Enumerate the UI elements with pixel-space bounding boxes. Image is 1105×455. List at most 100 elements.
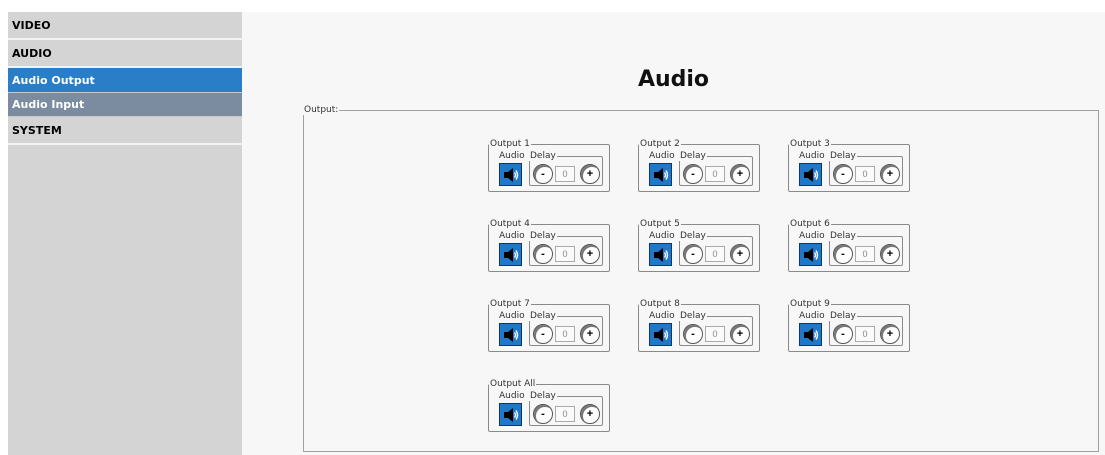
delay-control: Delay - 0 + — [529, 151, 603, 186]
delay-value-field[interactable]: 0 — [555, 166, 575, 182]
output-channel: Output All Audio Delay - 0 + — [488, 379, 610, 432]
output-channel: Output 4 Audio Delay - 0 + — [488, 219, 610, 272]
delay-value-field[interactable]: 0 — [555, 406, 575, 422]
delay-control: Delay - 0 + — [529, 311, 603, 346]
output-channel: Output 6 Audio Delay - 0 + — [788, 219, 910, 272]
delay-increase-button[interactable]: + — [730, 244, 750, 264]
sidebar-item-system[interactable]: SYSTEM — [8, 117, 242, 145]
delay-decrease-button[interactable]: - — [533, 244, 553, 264]
channel-label: Output 8 — [639, 299, 681, 309]
delay-label: Delay — [529, 151, 557, 161]
delay-control: Delay - 0 + — [679, 151, 753, 186]
delay-decrease-button[interactable]: - — [533, 404, 553, 424]
mute-toggle-button[interactable] — [499, 243, 522, 266]
mute-toggle-button[interactable] — [499, 403, 522, 426]
mute-toggle-button[interactable] — [649, 163, 672, 186]
delay-decrease-button[interactable]: - — [533, 164, 553, 184]
mute-toggle-button[interactable] — [499, 163, 522, 186]
delay-value-field[interactable]: 0 — [705, 326, 725, 342]
delay-decrease-button[interactable]: - — [833, 164, 853, 184]
delay-value-field[interactable]: 0 — [555, 246, 575, 262]
page-title: Audio — [637, 67, 710, 92]
delay-label: Delay — [679, 151, 707, 161]
speaker-icon — [504, 408, 519, 422]
delay-decrease-button[interactable]: - — [833, 244, 853, 264]
delay-control: Delay - 0 + — [679, 311, 753, 346]
delay-label: Delay — [829, 151, 857, 161]
audio-label: Audio — [648, 311, 676, 321]
delay-increase-button[interactable]: + — [880, 164, 900, 184]
speaker-icon — [504, 168, 519, 182]
delay-value-field[interactable]: 0 — [855, 166, 875, 182]
delay-increase-button[interactable]: + — [880, 324, 900, 344]
speaker-icon — [654, 328, 669, 342]
delay-increase-button[interactable]: + — [580, 324, 600, 344]
delay-decrease-button[interactable]: - — [683, 244, 703, 264]
delay-label: Delay — [529, 231, 557, 241]
delay-value-field[interactable]: 0 — [555, 326, 575, 342]
mute-toggle-button[interactable] — [649, 243, 672, 266]
sidebar-item-audio-output[interactable]: Audio Output — [8, 68, 242, 93]
mute-toggle-button[interactable] — [799, 243, 822, 266]
channel-label: Output 9 — [789, 299, 831, 309]
audio-label: Audio — [798, 151, 826, 161]
delay-increase-button[interactable]: + — [580, 244, 600, 264]
delay-increase-button[interactable]: + — [580, 164, 600, 184]
mute-toggle-button[interactable] — [499, 323, 522, 346]
channel-label: Output 1 — [489, 139, 531, 149]
delay-value-field[interactable]: 0 — [705, 246, 725, 262]
delay-control: Delay - 0 + — [529, 231, 603, 266]
output-group: Output: Output 1 Audio Delay - 0 + Outpu… — [303, 105, 1099, 452]
sidebar-item-video[interactable]: VIDEO — [8, 12, 242, 40]
delay-label: Delay — [829, 311, 857, 321]
delay-increase-button[interactable]: + — [580, 404, 600, 424]
channel-label: Output 4 — [489, 219, 531, 229]
channel-label: Output 6 — [789, 219, 831, 229]
delay-decrease-button[interactable]: - — [533, 324, 553, 344]
mute-toggle-button[interactable] — [799, 163, 822, 186]
output-channel: Output 9 Audio Delay - 0 + — [788, 299, 910, 352]
channel-label: Output 3 — [789, 139, 831, 149]
mute-toggle-button[interactable] — [799, 323, 822, 346]
sidebar-item-audio-input[interactable]: Audio Input — [8, 93, 242, 117]
audio-label: Audio — [648, 151, 676, 161]
output-channel: Output 7 Audio Delay - 0 + — [488, 299, 610, 352]
main-panel: Audio Output: Output 1 Audio Delay - 0 +… — [242, 12, 1105, 455]
channel-label: Output 7 — [489, 299, 531, 309]
audio-label: Audio — [798, 311, 826, 321]
sidebar: VIDEO AUDIO Audio Output Audio Input SYS… — [8, 12, 242, 455]
delay-increase-button[interactable]: + — [730, 324, 750, 344]
delay-increase-button[interactable]: + — [730, 164, 750, 184]
delay-value-field[interactable]: 0 — [855, 246, 875, 262]
audio-control: Audio — [498, 151, 526, 186]
delay-value-field[interactable]: 0 — [705, 166, 725, 182]
output-channel: Output 3 Audio Delay - 0 + — [788, 139, 910, 192]
output-group-label: Output: — [303, 105, 340, 115]
audio-label: Audio — [498, 311, 526, 321]
sidebar-item-audio[interactable]: AUDIO — [8, 40, 242, 68]
delay-decrease-button[interactable]: - — [683, 324, 703, 344]
audio-label: Audio — [498, 151, 526, 161]
delay-control: Delay - 0 + — [829, 151, 903, 186]
delay-label: Delay — [679, 311, 707, 321]
audio-control: Audio — [498, 231, 526, 266]
delay-label: Delay — [529, 311, 557, 321]
channel-label: Output 2 — [639, 139, 681, 149]
delay-value-field[interactable]: 0 — [855, 326, 875, 342]
delay-increase-button[interactable]: + — [880, 244, 900, 264]
channel-label: Output All — [489, 379, 537, 389]
channel-label: Output 5 — [639, 219, 681, 229]
audio-control: Audio — [648, 231, 676, 266]
speaker-icon — [804, 328, 819, 342]
output-channel: Output 8 Audio Delay - 0 + — [638, 299, 760, 352]
delay-decrease-button[interactable]: - — [683, 164, 703, 184]
audio-control: Audio — [498, 311, 526, 346]
audio-control: Audio — [798, 311, 826, 346]
delay-decrease-button[interactable]: - — [833, 324, 853, 344]
delay-label: Delay — [529, 391, 557, 401]
audio-control: Audio — [498, 391, 526, 426]
audio-label: Audio — [798, 231, 826, 241]
delay-label: Delay — [679, 231, 707, 241]
mute-toggle-button[interactable] — [649, 323, 672, 346]
delay-control: Delay - 0 + — [529, 391, 603, 426]
